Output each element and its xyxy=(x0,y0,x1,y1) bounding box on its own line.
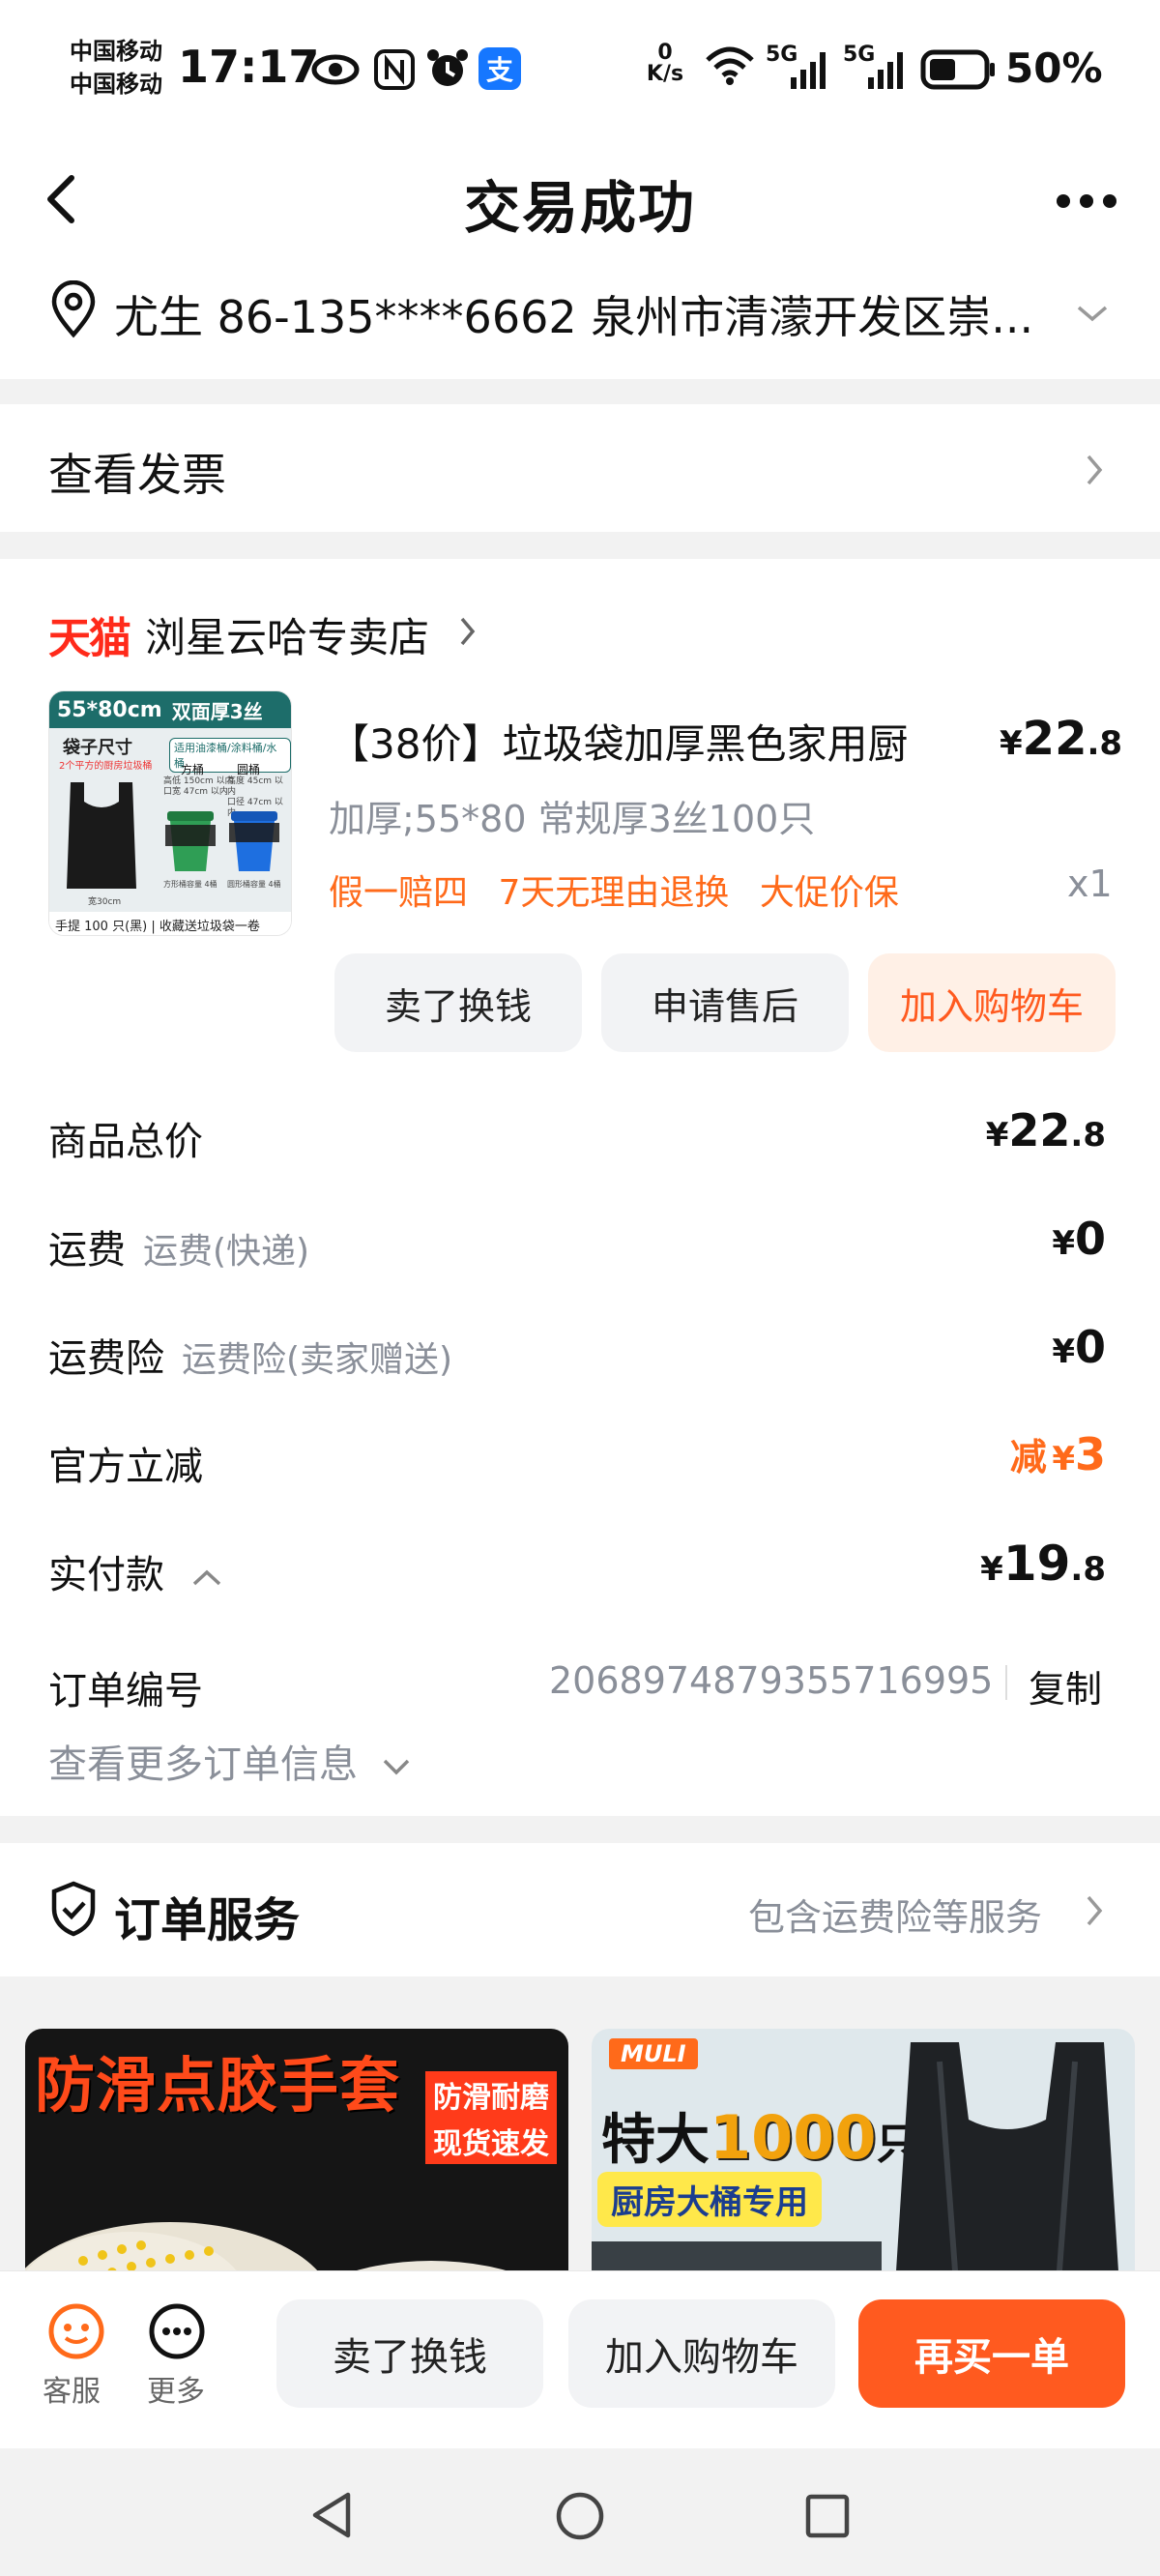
store-name[interactable]: 浏星云哈专卖店 xyxy=(145,605,429,664)
tag-item: 7天无理由退换 xyxy=(498,873,730,913)
total-value: ¥22.8 xyxy=(985,1104,1106,1156)
add-to-cart-button[interactable]: 加入购物车 xyxy=(868,953,1116,1052)
net-speed: 0 K/s xyxy=(646,41,684,86)
signal-1-icon xyxy=(791,52,826,89)
product-spec: 加厚;55*80 常规厚3丝100只 xyxy=(329,798,816,840)
nav-home-icon[interactable] xyxy=(555,2491,605,2541)
chevron-down-icon xyxy=(383,1759,409,1775)
total-label: 商品总价 xyxy=(48,1120,203,1164)
discount-label: 官方立减 xyxy=(48,1445,203,1489)
insurance-value: ¥0 xyxy=(1052,1321,1106,1373)
chevron-right-icon xyxy=(1087,1895,1103,1926)
banner-right-sub: 厨房大桶专用 xyxy=(597,2172,822,2227)
alipay-icon: 支 xyxy=(478,47,521,90)
alarm-icon xyxy=(427,49,468,86)
svg-text:支: 支 xyxy=(486,54,513,86)
banner-left-tag1: 防滑耐磨 xyxy=(425,2071,557,2118)
rebuy-button[interactable]: 再买一单 xyxy=(858,2299,1125,2408)
banner-right-brand: MULI xyxy=(609,2038,698,2069)
nav-recents-icon[interactable] xyxy=(804,2493,851,2539)
service-title: 订单服务 xyxy=(114,1893,301,1947)
chevron-up-icon[interactable] xyxy=(190,1566,223,1588)
product-title[interactable]: 【38价】垃圾袋加厚黑色家用厨 xyxy=(329,712,908,771)
carrier-1: 中国移动 xyxy=(70,38,162,65)
more-order-info[interactable]: 查看更多订单信息 xyxy=(48,1733,411,1789)
copy-button[interactable]: 复制 xyxy=(1029,1659,1102,1712)
battery-percent: 50% xyxy=(1005,44,1103,92)
more-options-label[interactable]: 更多 xyxy=(147,2367,205,2410)
signal-2-icon xyxy=(868,52,903,89)
discount-value: 减 ¥3 xyxy=(1009,1428,1106,1480)
sell-button[interactable]: 卖了换钱 xyxy=(334,953,582,1052)
paid-label[interactable]: 实付款 xyxy=(48,1543,223,1599)
chevron-right-icon xyxy=(1087,454,1103,485)
bottom-sell-button[interactable]: 卖了换钱 xyxy=(276,2299,543,2408)
after-sale-button[interactable]: 申请售后 xyxy=(601,953,849,1052)
order-number-label: 订单编号 xyxy=(48,1669,203,1713)
wifi-icon xyxy=(706,46,754,85)
banner-left-title: 防滑点胶手套 xyxy=(35,2050,401,2121)
product-image[interactable]: 55*80cm 双面厚3丝 袋子尺寸 2个平方的厨房垃圾桶 适用油漆桶/涂料桶/… xyxy=(48,690,292,936)
tag-item: 假一赔四 xyxy=(329,873,469,913)
insurance-row: 运费险 运费险(卖家赠送) xyxy=(48,1336,453,1381)
shipping-row: 运费 运费(快递) xyxy=(48,1228,310,1273)
chevron-down-icon[interactable] xyxy=(1075,302,1110,325)
more-options-icon[interactable] xyxy=(147,2301,207,2361)
eye-icon xyxy=(311,54,360,85)
nav-back-icon[interactable] xyxy=(307,2489,356,2541)
product-quantity: x1 xyxy=(1067,863,1113,905)
bottom-add-cart-button[interactable]: 加入购物车 xyxy=(568,2299,835,2408)
location-icon xyxy=(51,280,96,338)
nfc-icon xyxy=(374,49,415,90)
product-tags: 假一赔四 7天无理由退换 大促价保 xyxy=(329,864,899,915)
order-number: 2068974879355716995 xyxy=(549,1659,994,1702)
customer-service-label[interactable]: 客服 xyxy=(43,2367,101,2410)
more-icon[interactable] xyxy=(1054,190,1119,213)
product-price: ¥22.8 xyxy=(1000,712,1123,766)
tmall-logo: 天猫 xyxy=(48,614,131,663)
customer-service-icon[interactable] xyxy=(46,2301,106,2361)
carrier-2: 中国移动 xyxy=(70,71,162,98)
battery-icon xyxy=(920,49,995,90)
tag-item: 大促价保 xyxy=(759,873,899,913)
divider xyxy=(1005,1665,1007,1700)
status-time: 17:17 xyxy=(178,41,320,93)
service-desc: 包含运费险等服务 xyxy=(748,1896,1043,1939)
shield-icon xyxy=(51,1881,96,1937)
store-chevron-icon xyxy=(460,617,476,646)
paid-value: ¥19.8 xyxy=(980,1536,1106,1592)
page-title: 交易成功 xyxy=(463,175,696,241)
banner-right-title: 特大1000只 xyxy=(601,2102,919,2173)
address-text: 尤生 86-135****6662 泉州市清濛开发区崇... xyxy=(114,291,1034,343)
invoice-label: 查看发票 xyxy=(48,449,226,501)
shipping-value: ¥0 xyxy=(1052,1213,1106,1265)
